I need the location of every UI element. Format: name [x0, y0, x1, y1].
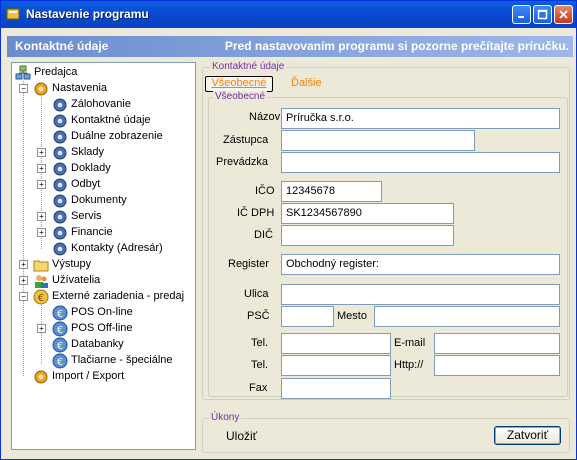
expand-toggle[interactable]: +	[19, 260, 28, 269]
svg-text:€: €	[38, 293, 44, 304]
nazov-field[interactable]: Príručka s.r.o.	[281, 108, 560, 129]
zastupca-label: Zástupca	[223, 134, 269, 146]
tab-vseobecne[interactable]: Všeobecné	[205, 76, 273, 92]
icdph-field[interactable]: SK1234567890	[281, 203, 454, 224]
euro-icon: €	[33, 289, 49, 305]
register-label: Register	[228, 258, 269, 270]
dic-field[interactable]	[281, 225, 454, 246]
network-icon	[15, 65, 31, 80]
mesto-label: Mesto	[337, 310, 367, 322]
gear-icon	[53, 98, 67, 112]
save-button[interactable]: Uložiť	[226, 429, 257, 443]
tab-dalsie[interactable]: Ďalšie	[291, 77, 322, 91]
psc-label: PSČ	[247, 310, 270, 322]
gear-icon	[53, 130, 67, 144]
settings-icon	[34, 370, 48, 384]
actions-group-label: Úkony	[209, 412, 242, 423]
expand-toggle[interactable]: +	[19, 276, 28, 285]
svg-text:€: €	[57, 341, 63, 352]
expand-toggle[interactable]: +	[37, 164, 46, 173]
fax-field[interactable]	[281, 378, 391, 399]
expand-toggle[interactable]: +	[37, 324, 46, 333]
tel2-label: Tel.	[251, 359, 269, 371]
prevadzka-field[interactable]	[281, 152, 560, 173]
minimize-button[interactable]	[512, 5, 531, 24]
gear-icon	[53, 210, 67, 224]
svg-text:€: €	[57, 357, 63, 368]
expand-toggle[interactable]: +	[37, 148, 46, 157]
tel2-field[interactable]	[281, 355, 391, 376]
gear-icon	[53, 114, 67, 128]
ico-label: IČO	[255, 185, 275, 197]
zastupca-field[interactable]	[281, 130, 475, 151]
section-title: Kontaktné údaje	[15, 39, 109, 53]
expand-toggle[interactable]: +	[37, 228, 46, 237]
nazov-label: Názov	[249, 111, 281, 123]
section-hint: Pred nastavovaním programu si pozorne pr…	[224, 39, 569, 53]
svg-text:€: €	[57, 325, 63, 336]
tel1-label: Tel.	[251, 337, 269, 349]
ico-field[interactable]: 12345678	[281, 181, 382, 202]
contact-group-label: Kontaktné údaje	[210, 61, 287, 72]
maximize-button[interactable]	[533, 5, 552, 24]
general-group-label: Všeobecné	[213, 91, 268, 102]
euro-icon: €	[52, 305, 68, 321]
fax-label: Fax	[249, 382, 268, 394]
euro-icon: €	[52, 321, 68, 337]
collapse-toggle[interactable]: −	[19, 292, 28, 301]
icdph-label: IČ DPH	[237, 207, 275, 219]
gear-icon	[53, 226, 67, 240]
euro-icon: €	[52, 353, 68, 369]
euro-icon: €	[52, 337, 68, 353]
http-label: Http://	[394, 359, 424, 371]
tree-line	[41, 97, 42, 249]
gear-icon	[53, 242, 67, 256]
expand-toggle[interactable]: +	[37, 212, 46, 221]
gear-icon	[53, 146, 67, 160]
window-title: Nastavenie programu	[26, 7, 149, 21]
gear-icon	[53, 178, 67, 192]
settings-icon	[34, 82, 48, 96]
users-icon	[35, 275, 48, 288]
close-dialog-button[interactable]: Zatvoriť	[494, 426, 561, 445]
psc-field[interactable]	[281, 306, 334, 327]
app-icon	[6, 8, 20, 20]
settings-tree[interactable]: Predajca − Nastavenia Zálohovanie Kontak…	[11, 62, 196, 450]
close-button[interactable]	[554, 5, 573, 24]
expand-toggle[interactable]: +	[37, 180, 46, 189]
gear-icon	[53, 162, 67, 176]
mesto-field[interactable]	[374, 306, 560, 327]
ulica-field[interactable]	[281, 284, 560, 305]
app-window: Nastavenie programu Kontaktné údaje Pred…	[0, 0, 577, 460]
close-icon	[559, 10, 568, 19]
http-field[interactable]	[434, 355, 560, 376]
prevadzka-label: Prevádzka	[216, 156, 268, 168]
tel1-field[interactable]	[281, 333, 391, 354]
ulica-label: Ulica	[244, 288, 269, 300]
minimize-icon	[518, 16, 524, 18]
maximize-icon	[537, 9, 548, 20]
svg-text:€: €	[57, 309, 63, 320]
email-label: E-mail	[394, 337, 426, 349]
collapse-toggle[interactable]: −	[19, 84, 28, 93]
tree-line	[41, 305, 42, 364]
dic-label: DIČ	[254, 229, 273, 241]
tree-line	[23, 81, 24, 376]
gear-icon	[53, 194, 67, 208]
register-field[interactable]: Obchodný register:	[281, 254, 560, 275]
folder-icon	[33, 260, 49, 272]
title-bar[interactable]: Nastavenie programu	[1, 1, 576, 28]
section-header: Kontaktné údaje Pred nastavovaním progra…	[7, 36, 573, 57]
email-field[interactable]	[434, 333, 560, 354]
